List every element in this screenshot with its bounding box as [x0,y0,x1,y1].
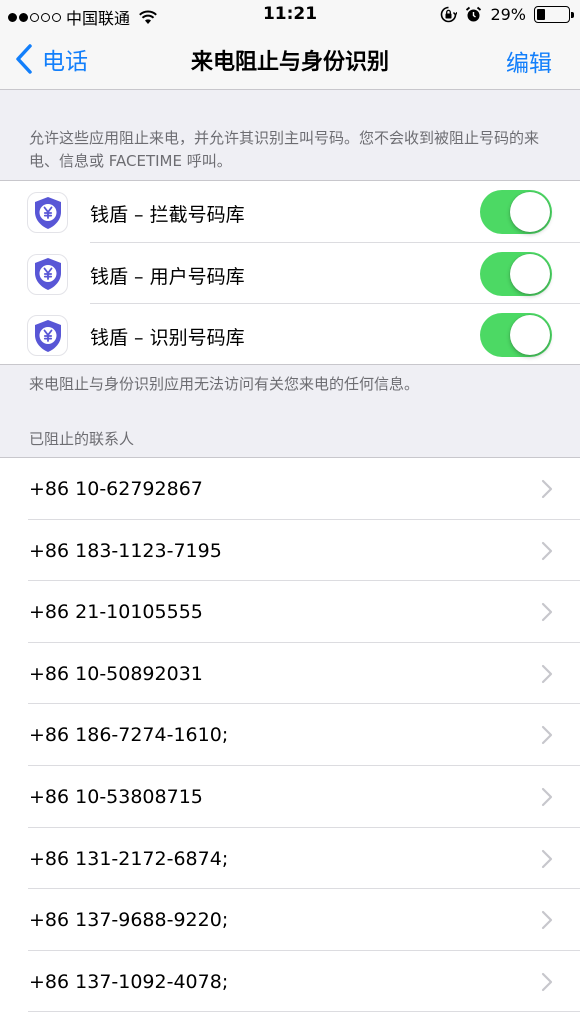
row-separator [28,1011,580,1013]
app-row: 钱盾 – 识别号码库 [0,304,580,366]
battery-icon [534,6,574,23]
alarm-icon [466,6,482,22]
phone-number: +86 10-53808715 [29,785,203,808]
phone-number: +86 10-50892031 [29,662,203,685]
app-row: 钱盾 – 拦截号码库 [0,181,580,243]
app-label: 钱盾 – 用户号码库 [90,265,245,288]
privacy-note: 来电阻止与身份识别应用无法访问有关您来电的任何信息。 [29,375,420,393]
phone-number: +86 21-10105555 [29,601,203,624]
battery-fill [537,9,546,20]
app-label: 钱盾 – 拦截号码库 [90,204,245,226]
toggle-knob [510,315,550,356]
toggle-knob [510,192,550,232]
section-description: 允许这些应用阻止来电，并允许其识别主叫号码。您不会收到被阻止号码的来电、信息或 … [29,129,540,170]
chevron-right-icon [541,479,553,499]
toggle-switch[interactable] [480,190,552,234]
blocked-contact-row[interactable]: +86 10-53808715 [0,766,580,828]
blocked-contact-row[interactable]: +86 186-7274-1610; [0,704,580,766]
blocked-contacts-header: 已阻止的联系人 [29,430,135,448]
shield-yuan-icon [34,319,61,352]
phone-number: +86 137-9688-9220; [29,909,229,932]
chevron-right-icon [541,603,553,622]
app-row: 钱盾 – 用户号码库 [0,243,580,305]
app-icon [27,192,68,233]
edit-button[interactable]: 编辑 [506,44,552,78]
chevron-right-icon [541,787,553,807]
chevron-right-icon [541,972,553,991]
phone-number: +86 183-1123-7195 [29,539,222,562]
status-right: 29% [440,5,574,24]
blocked-contact-row[interactable]: +86 10-62792867 [0,458,580,520]
battery-cap [571,12,574,18]
toggle-switch[interactable] [480,313,552,358]
blocked-contact-row[interactable]: +86 21-10105555 [0,581,580,643]
status-bar: 中国联通 11:21 29% [0,0,580,30]
app-label: 钱盾 – 识别号码库 [90,327,245,350]
toggle-switch[interactable] [480,251,552,296]
chevron-right-icon [541,541,553,560]
shield-yuan-icon [34,196,61,229]
page-title: 来电阻止与身份识别 [190,50,389,75]
phone-number: +86 137-1092-4078; [29,970,229,993]
call-blocking-apps-list: 钱盾 – 拦截号码库 钱盾 – 用户号码库 钱盾 – 识别号码库 [0,180,580,365]
toggle-knob [510,253,550,294]
blocked-contact-row[interactable]: +86 137-1092-4078; [0,951,580,1013]
blocked-contact-row[interactable]: +86 131-2172-6874; [0,828,580,890]
phone-number: +86 131-2172-6874; [29,847,229,870]
phone-number: +86 186-7274-1610; [29,724,229,747]
orientation-lock-icon [441,6,458,23]
chevron-right-icon [541,664,553,683]
navigation-bar: 电话 来电阻止与身份识别 编辑 [0,30,580,90]
chevron-right-icon [541,726,553,745]
blocked-contacts-list: +86 10-62792867 +86 183-1123-7195 +86 21-1… [0,457,580,1031]
battery-percent: 29% [490,5,526,24]
blocked-contact-row[interactable]: +86 183-1123-7195 [0,520,580,582]
app-icon [27,253,68,295]
blocked-contact-row[interactable]: +86 10-50892031 [0,643,580,705]
chevron-right-icon [541,849,553,868]
blocked-contact-row[interactable]: +86 137-9688-9220; [0,889,580,951]
shield-yuan-icon [34,258,61,291]
app-icon [27,315,68,357]
phone-number: +86 10-62792867 [29,478,203,500]
chevron-right-icon [541,911,553,930]
